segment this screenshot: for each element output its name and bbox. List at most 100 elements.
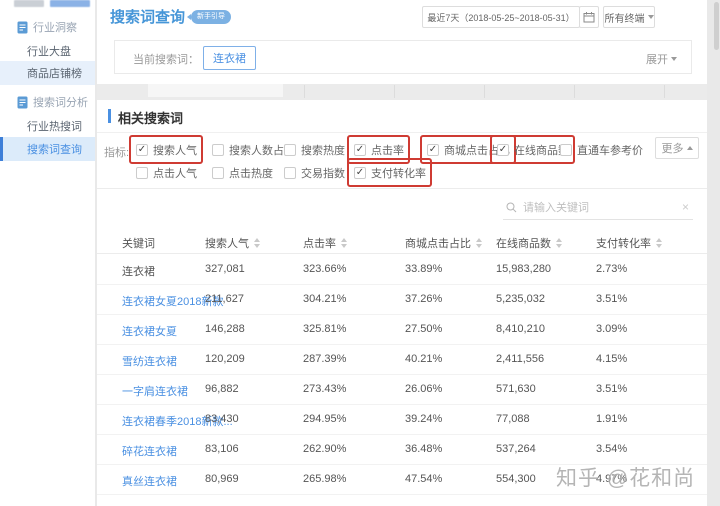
sidebar-item-label: 行业洞察 <box>28 19 77 35</box>
checkbox-搜索热度[interactable]: 搜索热度 <box>284 141 345 158</box>
scrollbar-thumb[interactable] <box>714 2 719 50</box>
table-row: 连衣裙春季2018新款...83,430294.95%39.24%77,0881… <box>97 405 707 435</box>
sidebar-item-5[interactable]: 搜索词查询 <box>0 137 95 161</box>
cell-value: 37.26% <box>405 293 442 305</box>
more-button[interactable]: 更多 <box>655 137 699 159</box>
sidebar-item-4[interactable]: 行业热搜词 <box>0 114 95 138</box>
column-header-1[interactable]: 搜索人气 <box>205 235 260 251</box>
keyword-link[interactable]: 一字肩连衣裙 <box>122 383 188 399</box>
column-header-label: 点击率 <box>303 235 336 251</box>
terminal-filter-dropdown[interactable]: 所有终端 <box>603 6 655 28</box>
search-icon <box>506 202 517 213</box>
sidebar-item-0[interactable]: 行业洞察 <box>0 15 95 39</box>
cell-value: 3.54% <box>596 443 627 455</box>
sidebar-item-2[interactable]: 商品店铺榜 <box>0 61 95 85</box>
current-search-panel: 当前搜索词： 连衣裙 展开 <box>114 40 692 74</box>
cell-value: 1.91% <box>596 413 627 425</box>
clear-icon[interactable]: × <box>682 200 689 214</box>
related-words-card: 相关搜索词 指标: ✓搜索人气搜索人数占比搜索热度✓点击率✓商城点击占比✓在线商… <box>97 100 707 506</box>
cell-value: 47.54% <box>405 473 442 485</box>
sidebar-item-label: 搜索词分析 <box>28 94 88 110</box>
cell-value: 4.15% <box>596 353 627 365</box>
checkbox-搜索人气[interactable]: ✓搜索人气 <box>136 141 197 158</box>
column-header-5[interactable]: 支付转化率 <box>596 235 662 251</box>
expand-toggle[interactable]: 展开 <box>646 51 677 67</box>
cell-value: 3.51% <box>596 383 627 395</box>
table-header: 关键词搜索人气点击率商城点击占比在线商品数支付转化率 <box>97 230 707 254</box>
indicator-label: 指标: <box>104 144 129 160</box>
table-row: 连衣裙女夏146,288325.81%27.50%8,410,2103.09% <box>97 315 707 345</box>
cell-value: 2.73% <box>596 263 627 275</box>
sort-icon[interactable] <box>341 238 347 248</box>
checkbox-icon <box>136 167 148 179</box>
checkbox-checked-icon: ✓ <box>354 144 366 156</box>
column-header-label: 在线商品数 <box>496 235 551 251</box>
cell-value: 15,983,280 <box>496 263 551 275</box>
checkbox-checked-icon: ✓ <box>497 144 509 156</box>
chevron-down-icon <box>671 57 677 61</box>
cell-value: 80,969 <box>205 473 239 485</box>
checkbox-直通车参考价[interactable]: 直通车参考价 <box>560 141 643 158</box>
sort-icon[interactable] <box>254 238 260 248</box>
clipped-menu-item-active[interactable] <box>50 0 90 7</box>
cell-value: 273.43% <box>303 383 346 395</box>
sort-icon[interactable] <box>556 238 562 248</box>
checkbox-点击人气[interactable]: 点击人气 <box>136 164 197 181</box>
column-header-3[interactable]: 商城点击占比 <box>405 235 482 251</box>
checkbox-点击率[interactable]: ✓点击率 <box>354 141 404 158</box>
cell-value: 83,430 <box>205 413 239 425</box>
cell-value: 265.98% <box>303 473 346 485</box>
cell-value: 27.50% <box>405 323 442 335</box>
cell-value: 211,627 <box>205 293 244 305</box>
sidebar-item-1[interactable]: 行业大盘 <box>0 39 95 63</box>
checkbox-checked-icon: ✓ <box>354 167 366 179</box>
cell-value: 3.51% <box>596 293 627 305</box>
sidebar-item-3[interactable]: 搜索词分析 <box>0 90 95 114</box>
chevron-down-icon <box>648 15 654 19</box>
current-word-label: 当前搜索词： <box>133 51 199 67</box>
keyword-link[interactable]: 真丝连衣裙 <box>122 473 177 489</box>
keyword-link[interactable]: 碎花连衣裙 <box>122 443 177 459</box>
column-header-2[interactable]: 点击率 <box>303 235 347 251</box>
cell-value: 554,300 <box>496 473 536 485</box>
checkbox-icon <box>212 144 224 156</box>
cell-value: 287.39% <box>303 353 346 365</box>
current-word-tag[interactable]: 连衣裙 <box>203 46 256 70</box>
checkbox-label: 支付转化率 <box>371 165 426 181</box>
cell-value: 294.95% <box>303 413 346 425</box>
date-range-button[interactable]: 最近7天（2018-05-25~2018-05-31） <box>422 6 580 28</box>
search-input[interactable] <box>523 198 673 218</box>
cell-value: 2,411,556 <box>496 353 544 365</box>
checkbox-icon <box>284 167 296 179</box>
more-label: 更多 <box>662 140 684 156</box>
cell-value: 325.81% <box>303 323 346 335</box>
checkbox-icon <box>212 167 224 179</box>
section-title: 相关搜索词 <box>118 108 183 127</box>
cell-value: 83,106 <box>205 443 239 455</box>
checkbox-在线商品数[interactable]: ✓在线商品数 <box>497 141 569 158</box>
sort-icon[interactable] <box>476 238 482 248</box>
cell-value: 26.06% <box>405 383 442 395</box>
checkbox-checked-icon: ✓ <box>427 144 439 156</box>
clipped-menu-item[interactable] <box>14 0 44 7</box>
column-header-4[interactable]: 在线商品数 <box>496 235 562 251</box>
guide-badge[interactable]: 新手引导 <box>191 10 231 24</box>
cell-value: 96,882 <box>205 383 239 395</box>
page-title: 搜索词查询 <box>110 6 185 27</box>
terminal-filter-value: 所有终端 <box>605 10 645 25</box>
keyword-search: × <box>503 196 693 220</box>
table-row: 连衣裙327,081323.66%33.89%15,983,2802.73% <box>97 255 707 285</box>
cell-value: 327,081 <box>205 263 245 275</box>
checkbox-交易指数[interactable]: 交易指数 <box>284 164 345 181</box>
cell-value: 33.89% <box>405 263 442 275</box>
calendar-icon[interactable] <box>579 6 599 28</box>
checkbox-搜索人数占比[interactable]: 搜索人数占比 <box>212 141 295 158</box>
keyword-link[interactable]: 连衣裙女夏 <box>122 323 177 339</box>
background-band <box>97 84 707 100</box>
cell-value: 323.66% <box>303 263 346 275</box>
keyword-link[interactable]: 雪纺连衣裙 <box>122 353 177 369</box>
sort-icon[interactable] <box>656 238 662 248</box>
checkbox-点击热度[interactable]: 点击热度 <box>212 164 273 181</box>
table-row: 一字肩连衣裙96,882273.43%26.06%571,6303.51% <box>97 375 707 405</box>
checkbox-支付转化率[interactable]: ✓ 支付转化率 <box>354 164 426 181</box>
